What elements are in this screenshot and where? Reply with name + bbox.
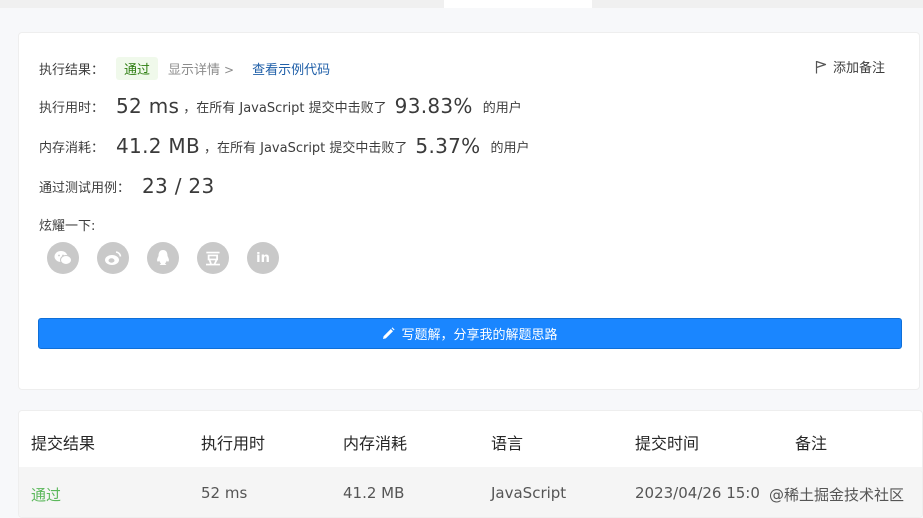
active-tab-indicator[interactable] xyxy=(444,0,592,8)
memory-percent: 5.37% xyxy=(415,134,481,158)
submission-result-card: 执行结果： 通过 显示详情 > 查看示例代码 添加备注 执行用时： 52 ms ，… xyxy=(18,32,920,390)
header-memory: 内存消耗 xyxy=(343,434,408,453)
add-note-label: 添加备注 xyxy=(832,61,885,76)
douban-icon[interactable]: 豆 xyxy=(197,242,229,274)
header-note: 备注 xyxy=(795,434,828,453)
header-language: 语言 xyxy=(491,434,524,453)
write-solution-label: 写题解，分享我的解题思路 xyxy=(401,328,558,343)
memory-row: 内存消耗： 41.2 MB ，在所有 JavaScript 提交中击败了 5.3… xyxy=(39,134,529,158)
wechat-icon[interactable] xyxy=(47,242,79,274)
memory-label: 内存消耗： xyxy=(39,140,105,156)
show-details-link[interactable]: 显示详情 > xyxy=(168,59,234,78)
show-details-label: 显示详情 xyxy=(168,63,221,78)
status-badge: 通过 xyxy=(116,57,159,80)
row-result-link[interactable]: 通过 xyxy=(31,484,61,505)
result-row: 执行结果： 通过 显示详情 > 查看示例代码 xyxy=(39,57,330,80)
row-memory: 41.2 MB xyxy=(343,484,405,502)
runtime-value: 52 ms xyxy=(116,94,180,118)
flag-icon xyxy=(815,60,827,73)
header-runtime: 执行用时 xyxy=(201,434,266,453)
header-result: 提交结果 xyxy=(31,434,96,453)
memory-value: 41.2 MB xyxy=(116,134,200,158)
view-sample-code-link[interactable]: 查看示例代码 xyxy=(252,59,330,78)
submissions-table: 提交结果 执行用时 内存消耗 语言 提交时间 备注 通过 52 ms 41.2 … xyxy=(18,410,923,518)
tests-label: 通过测试用例： xyxy=(39,180,131,196)
table-row[interactable]: 通过 52 ms 41.2 MB JavaScript 2023/04/26 1… xyxy=(19,467,922,517)
row-submit-time: 2023/04/26 15:0 xyxy=(635,484,760,502)
result-label: 执行结果： xyxy=(39,63,105,78)
memory-beat-text: ，在所有 JavaScript 提交中击败了 xyxy=(203,140,408,156)
linkedin-icon[interactable]: in xyxy=(247,242,279,274)
tests-row: 通过测试用例： 23 / 23 xyxy=(39,174,214,198)
chevron-right-icon: > xyxy=(224,63,235,77)
weibo-icon[interactable] xyxy=(97,242,129,274)
runtime-users-text: 的用户 xyxy=(482,100,522,116)
share-icons: 豆 in xyxy=(47,242,279,274)
runtime-percent: 93.83% xyxy=(394,94,473,118)
runtime-row: 执行用时： 52 ms ，在所有 JavaScript 提交中击败了 93.83… xyxy=(39,94,522,118)
douban-glyph: 豆 xyxy=(205,249,221,268)
add-note-button[interactable]: 添加备注 xyxy=(815,57,885,76)
memory-users-text: 的用户 xyxy=(490,140,530,156)
header-submit-time: 提交时间 xyxy=(635,434,700,453)
qq-icon[interactable] xyxy=(147,242,179,274)
share-label: 炫耀一下: xyxy=(39,219,96,234)
row-language: JavaScript xyxy=(491,484,567,502)
watermark-text: @稀土掘金技术社区 xyxy=(769,486,905,504)
write-solution-button[interactable]: 写题解，分享我的解题思路 xyxy=(38,318,902,349)
runtime-beat-text: ，在所有 JavaScript 提交中击败了 xyxy=(183,100,387,116)
tests-value: 23 / 23 xyxy=(142,174,215,198)
pencil-icon xyxy=(383,327,396,339)
linkedin-glyph: in xyxy=(256,250,270,266)
runtime-label: 执行用时： xyxy=(39,100,105,116)
share-row: 炫耀一下: xyxy=(39,215,95,234)
row-runtime: 52 ms xyxy=(201,484,248,502)
table-header: 提交结果 执行用时 内存消耗 语言 提交时间 备注 xyxy=(19,411,922,467)
